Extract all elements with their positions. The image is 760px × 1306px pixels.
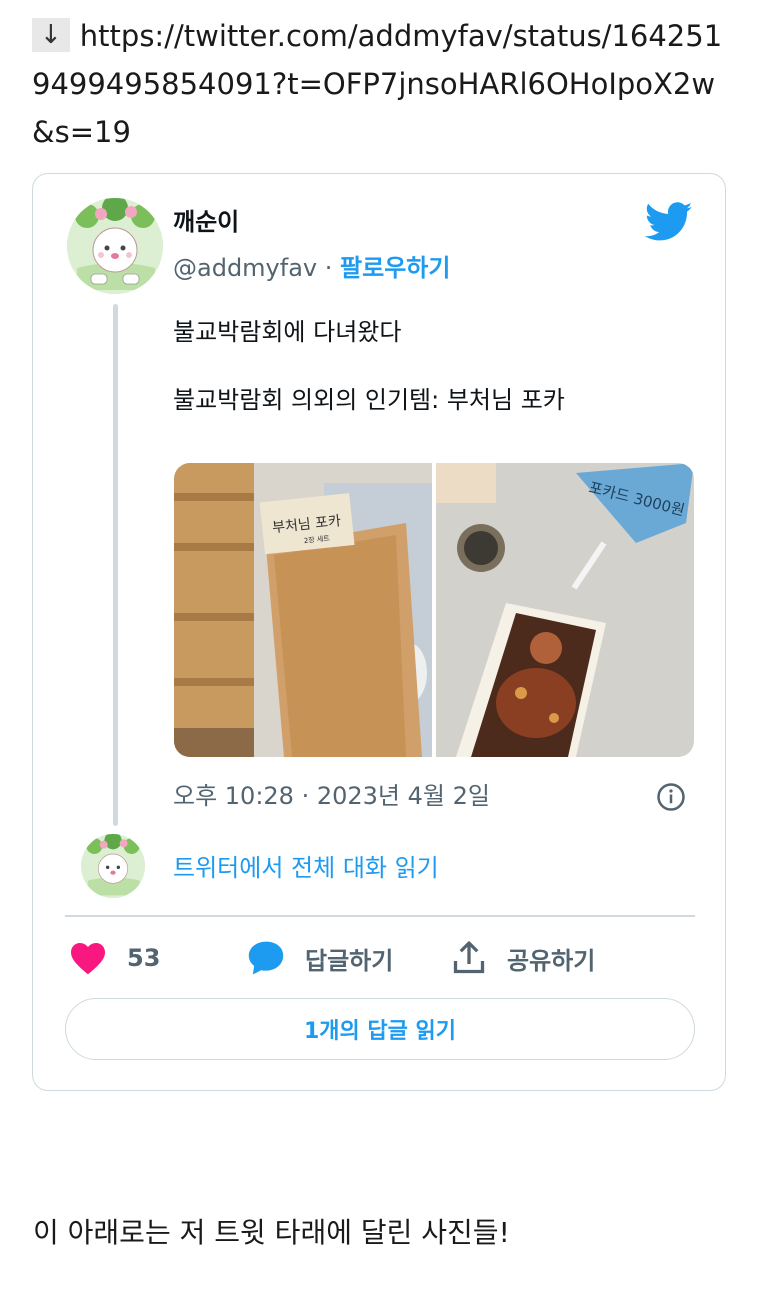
action-bar: 53 답글하기 공유하기 [69,938,689,978]
tweet-text-line: 불교박람회에 다녀왔다 [173,318,402,346]
divider [65,915,695,917]
thread-line [113,304,118,826]
tweet-text-line: 불교박람회 의외의 인기템: 부처님 포카 [173,386,565,414]
avatar-cat-illustration [81,834,145,898]
read-replies-button[interactable]: 1개의 답글 읽기 [65,998,695,1060]
display-name[interactable]: 깨순이 [173,202,239,237]
tweet-timestamp[interactable]: 오후 10:28 · 2023년 4월 2일 [173,776,490,811]
share-upload-icon [453,941,485,974]
photo-buddha-card[interactable]: 포카드 3000원 [436,463,694,757]
user-handle[interactable]: @addmyfav [173,254,317,282]
like-count: 53 [127,944,161,972]
speech-bubble-icon [248,941,284,975]
download-arrow-icon: ↓ [32,18,70,52]
avatar-cat-illustration [67,198,163,294]
like-button[interactable]: 53 [69,938,160,978]
separator-dot: · [324,254,333,282]
info-icon[interactable] [656,782,686,812]
heart-icon [71,943,105,975]
tweet-text: 불교박람회에 다녀왔다 불교박람회 의외의 인기템: 부처님 포카 [173,314,693,450]
avatar[interactable] [67,198,163,294]
reply-button[interactable]: 답글하기 [247,938,393,978]
share-button[interactable]: 공유하기 [451,938,595,978]
share-label: 공유하기 [507,946,596,975]
avatar-small[interactable] [81,834,145,898]
caption-text: 이 아래로는 저 트윗 타래에 달린 사진들! [33,1216,510,1249]
photo-wooden-tray[interactable]: 부처님 포카 2장 세트 [174,463,432,757]
tweet-link[interactable]: ↓ https://twitter.com/addmyfav/status/164… [32,12,732,156]
tweet-embed-card: 깨순이 @addmyfav · 팔로우하기 불교박람회에 다녀왔다 불교박람회 … [32,173,726,1091]
handle-row: @addmyfav · 팔로우하기 [173,248,450,283]
follow-button[interactable]: 팔로우하기 [340,254,450,282]
reply-label: 답글하기 [305,946,394,975]
twitter-bird-icon[interactable] [645,202,693,242]
tweet-media[interactable]: 부처님 포카 2장 세트 포카드 3000원 [174,463,694,757]
tweet-url[interactable]: https://twitter.com/addmyfav/status/1642… [32,19,722,149]
read-conversation-link[interactable]: 트위터에서 전체 대화 읽기 [173,848,439,883]
